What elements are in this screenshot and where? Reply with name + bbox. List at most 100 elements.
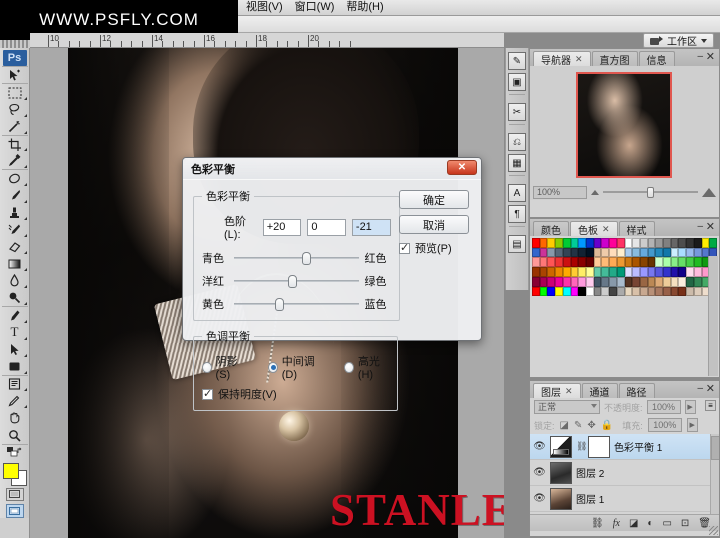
- brush-tool[interactable]: [2, 187, 28, 204]
- color-swatch[interactable]: [555, 257, 563, 268]
- color-swatch[interactable]: [663, 257, 671, 268]
- history-panel-icon[interactable]: ⎌: [508, 133, 526, 151]
- move-tool[interactable]: [1, 66, 28, 83]
- color-swatch[interactable]: [539, 267, 548, 277]
- crop-tool[interactable]: [1, 134, 28, 152]
- tab-navigator[interactable]: 导航器 ✕: [533, 51, 591, 67]
- color-swatch[interactable]: [539, 247, 548, 258]
- color-swatch[interactable]: [601, 257, 610, 268]
- color-swatch[interactable]: [555, 238, 563, 248]
- tab-color[interactable]: 颜色: [533, 221, 569, 237]
- color-swatch[interactable]: [624, 276, 633, 287]
- color-swatch[interactable]: [647, 276, 656, 287]
- color-swatch[interactable]: [616, 257, 625, 268]
- notes-tool[interactable]: [1, 375, 28, 392]
- color-swatch[interactable]: [601, 276, 610, 287]
- color-swatch[interactable]: [532, 238, 540, 248]
- layer-visibility-icon[interactable]: 👁: [533, 493, 546, 504]
- color-swatch[interactable]: [639, 267, 648, 277]
- tab-histogram[interactable]: 直方图: [591, 51, 638, 67]
- layers-list[interactable]: 👁 ⛓ 色彩平衡 1 👁 图层 2 👁 图层 1: [530, 434, 719, 514]
- color-swatch[interactable]: [663, 247, 671, 258]
- color-swatch[interactable]: [562, 247, 571, 258]
- minimize-icon[interactable]: –: [697, 383, 703, 394]
- color-swatch[interactable]: [616, 286, 625, 297]
- layers-scrollbar[interactable]: [710, 434, 719, 514]
- tab-layers[interactable]: 图层 ✕: [533, 383, 581, 399]
- color-swatch[interactable]: [686, 276, 694, 287]
- color-sampler-tool[interactable]: [2, 392, 28, 409]
- radio-shadows[interactable]: 阴影(S): [202, 353, 246, 381]
- lock-image-pixels-icon[interactable]: ✎: [574, 420, 582, 431]
- color-swatch[interactable]: [678, 238, 687, 248]
- hand-tool[interactable]: [2, 409, 28, 426]
- color-swatch[interactable]: [570, 238, 579, 248]
- color-swatch[interactable]: [632, 276, 640, 287]
- swatches-scrollbar[interactable]: [708, 256, 718, 376]
- color-swatch[interactable]: [670, 247, 679, 258]
- color-swatch[interactable]: [570, 276, 579, 287]
- color-swatch[interactable]: [663, 267, 671, 277]
- close-icon[interactable]: ✕: [706, 220, 715, 233]
- close-icon[interactable]: ✕: [447, 160, 477, 175]
- color-swatch[interactable]: [593, 267, 602, 277]
- color-swatch[interactable]: [693, 238, 702, 248]
- paragraph-panel-icon[interactable]: ¶: [508, 205, 526, 223]
- color-swatch[interactable]: [678, 257, 687, 268]
- color-swatch[interactable]: [616, 238, 625, 248]
- tab-swatches[interactable]: 色板 ✕: [570, 221, 618, 237]
- layer-comps-panel-icon[interactable]: ▤: [508, 235, 526, 253]
- color-swatch[interactable]: [632, 286, 640, 297]
- navigator-body[interactable]: 100%: [530, 66, 719, 200]
- color-swatch[interactable]: [532, 247, 540, 258]
- color-swatch[interactable]: [701, 238, 710, 248]
- color-swatch[interactable]: [655, 257, 664, 268]
- blend-mode-select[interactable]: 正常: [534, 400, 600, 414]
- color-swatch[interactable]: [663, 238, 671, 248]
- color-swatch[interactable]: [555, 267, 563, 277]
- layer-mask-thumbnail[interactable]: [588, 435, 610, 458]
- zoom-in-icon[interactable]: [702, 187, 716, 197]
- color-swatch[interactable]: [678, 276, 687, 287]
- color-swatch[interactable]: [547, 276, 556, 287]
- preview-checkbox[interactable]: [399, 241, 410, 254]
- color-swatch[interactable]: [616, 247, 625, 258]
- panel-menu-icon[interactable]: ≡: [705, 400, 716, 411]
- color-swatch[interactable]: [578, 238, 586, 248]
- layer-thumbnail[interactable]: [550, 461, 572, 484]
- fill-field[interactable]: 100%: [647, 418, 682, 432]
- full-screen-mode-button[interactable]: [5, 504, 24, 518]
- color-swatch[interactable]: [663, 286, 671, 297]
- zoom-tool[interactable]: [2, 427, 28, 444]
- layer-thumbnail[interactable]: [550, 487, 572, 510]
- ok-button[interactable]: 确定: [399, 190, 469, 209]
- color-swatch[interactable]: [678, 267, 687, 277]
- radio-midtones[interactable]: 中间调(D): [268, 353, 322, 381]
- color-swatch[interactable]: [593, 286, 602, 297]
- opacity-stepper[interactable]: ▶: [684, 400, 696, 414]
- menu-item-view[interactable]: 视图(V): [240, 0, 289, 15]
- new-adjustment-layer-icon[interactable]: ◐: [647, 518, 653, 529]
- color-swatch[interactable]: [601, 238, 610, 248]
- color-swatch[interactable]: [655, 286, 664, 297]
- color-swatch[interactable]: [670, 238, 679, 248]
- tab-info[interactable]: 信息: [638, 51, 675, 67]
- close-icon[interactable]: ✕: [706, 382, 715, 395]
- midtones-level-field[interactable]: 0: [307, 218, 346, 236]
- scrollbar-thumb[interactable]: [711, 436, 719, 460]
- new-layer-icon[interactable]: ⊡: [681, 518, 689, 529]
- character-panel-icon[interactable]: A: [508, 184, 526, 202]
- color-swatch[interactable]: [693, 247, 702, 258]
- tab-paths[interactable]: 路径: [618, 383, 655, 399]
- rectangular-marquee-tool[interactable]: [1, 83, 28, 100]
- color-swatch[interactable]: [624, 247, 633, 258]
- cyan-red-slider[interactable]: [234, 252, 359, 265]
- color-swatch[interactable]: [593, 238, 602, 248]
- color-swatch[interactable]: [647, 238, 656, 248]
- color-swatch[interactable]: [624, 286, 633, 297]
- color-swatch[interactable]: [578, 247, 586, 258]
- color-swatch[interactable]: [647, 286, 656, 297]
- color-swatch[interactable]: [686, 257, 694, 268]
- swatches-grid[interactable]: [530, 236, 719, 297]
- fill-stepper[interactable]: ▶: [686, 418, 698, 432]
